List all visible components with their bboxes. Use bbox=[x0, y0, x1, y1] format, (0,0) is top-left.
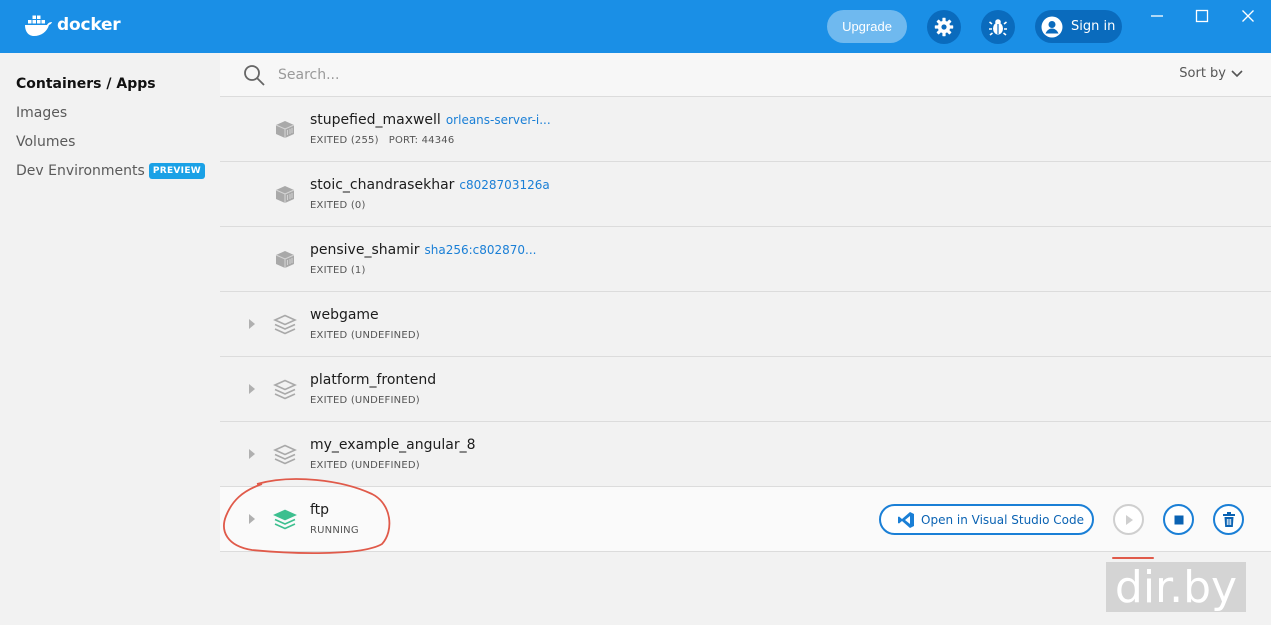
sign-in-label: Sign in bbox=[1071, 19, 1116, 34]
upgrade-button[interactable]: Upgrade bbox=[827, 10, 907, 43]
bug-icon bbox=[989, 19, 1007, 36]
stack-icon bbox=[273, 444, 297, 465]
image-link[interactable]: sha256:c802870... bbox=[424, 243, 536, 257]
status-text: EXITED (UNDEFINED) bbox=[310, 330, 420, 341]
trash-icon bbox=[1222, 511, 1235, 527]
container-row[interactable]: stupefied_maxwell orleans-server-i... EXI… bbox=[220, 97, 1271, 162]
preview-badge: PREVIEW bbox=[148, 163, 205, 179]
status-text: EXITED (0) bbox=[310, 200, 366, 211]
stop-button[interactable] bbox=[1163, 504, 1194, 535]
sidebar: Containers / Apps Images Volumes Dev Env… bbox=[0, 53, 220, 625]
minimize-button[interactable] bbox=[1147, 6, 1167, 26]
sidebar-item-dev-environments[interactable]: Dev Environments PREVIEW bbox=[16, 163, 205, 179]
play-icon bbox=[1125, 514, 1133, 525]
stack-icon bbox=[273, 379, 297, 400]
port-text: PORT: 44346 bbox=[388, 135, 455, 146]
minimize-icon bbox=[1151, 15, 1163, 17]
container-icon bbox=[275, 186, 295, 203]
settings-button[interactable] bbox=[927, 10, 961, 44]
sidebar-item-containers-apps[interactable]: Containers / Apps bbox=[16, 76, 156, 92]
container-name: stupefied_maxwell bbox=[310, 112, 441, 128]
vscode-icon bbox=[898, 511, 914, 528]
container-row[interactable]: pensive_shamir sha256:c802870... EXITED (… bbox=[220, 227, 1271, 292]
app-name: platform_frontend bbox=[310, 372, 437, 388]
docker-logo: docker bbox=[23, 13, 121, 37]
annotation-mark bbox=[1112, 557, 1154, 559]
stack-icon bbox=[273, 314, 297, 335]
close-button[interactable] bbox=[1238, 6, 1258, 26]
sort-by-dropdown[interactable]: Sort by bbox=[1179, 66, 1243, 81]
open-in-vscode-button[interactable]: Open in Visual Studio Code bbox=[879, 504, 1094, 535]
logo-text: docker bbox=[57, 15, 121, 35]
status-text: EXITED (255) bbox=[310, 135, 379, 146]
expand-caret-icon[interactable] bbox=[248, 318, 256, 330]
user-avatar-icon bbox=[1041, 16, 1063, 37]
status-text: EXITED (1) bbox=[310, 265, 366, 276]
title-bar: docker Upgrade Sign in bbox=[0, 0, 1271, 53]
watermark: dir.by bbox=[1106, 562, 1246, 613]
sign-in-button[interactable]: Sign in bbox=[1035, 10, 1122, 43]
stop-icon bbox=[1174, 515, 1183, 524]
search-bar: Sort by bbox=[220, 53, 1271, 97]
chevron-down-icon bbox=[1231, 69, 1243, 77]
app-name: my_example_angular_8 bbox=[310, 437, 476, 453]
expand-caret-icon[interactable] bbox=[248, 448, 256, 460]
app-name: webgame bbox=[310, 307, 379, 323]
sort-by-label: Sort by bbox=[1179, 66, 1226, 81]
container-icon bbox=[275, 121, 295, 138]
image-link[interactable]: orleans-server-i... bbox=[446, 113, 551, 127]
open-in-vscode-label: Open in Visual Studio Code bbox=[921, 512, 1085, 527]
sidebar-item-label: Dev Environments bbox=[16, 163, 145, 179]
app-row[interactable]: webgame EXITED (UNDEFINED) bbox=[220, 292, 1271, 357]
container-row[interactable]: stoic_chandrasekhar c8028703126a EXITED (… bbox=[220, 162, 1271, 227]
annotation-circle bbox=[223, 478, 391, 554]
close-icon bbox=[1242, 10, 1254, 22]
status-text: EXITED (UNDEFINED) bbox=[310, 395, 420, 406]
delete-button[interactable] bbox=[1213, 504, 1244, 535]
search-icon bbox=[244, 65, 265, 86]
container-name: stoic_chandrasekhar bbox=[310, 177, 455, 193]
maximize-icon bbox=[1195, 9, 1209, 23]
docker-whale-icon bbox=[25, 15, 52, 36]
app-row[interactable]: platform_frontend EXITED (UNDEFINED) bbox=[220, 357, 1271, 422]
container-icon bbox=[275, 251, 295, 268]
maximize-button[interactable] bbox=[1192, 6, 1212, 26]
expand-caret-icon[interactable] bbox=[248, 383, 256, 395]
image-link[interactable]: c8028703126a bbox=[459, 178, 549, 192]
container-name: pensive_shamir bbox=[310, 242, 420, 258]
sidebar-item-volumes[interactable]: Volumes bbox=[16, 134, 75, 150]
gear-icon bbox=[934, 17, 954, 37]
start-button[interactable] bbox=[1113, 504, 1144, 535]
sidebar-item-images[interactable]: Images bbox=[16, 105, 67, 121]
status-text: EXITED (UNDEFINED) bbox=[310, 460, 420, 471]
troubleshoot-button[interactable] bbox=[981, 10, 1015, 44]
search-input[interactable] bbox=[278, 64, 778, 86]
